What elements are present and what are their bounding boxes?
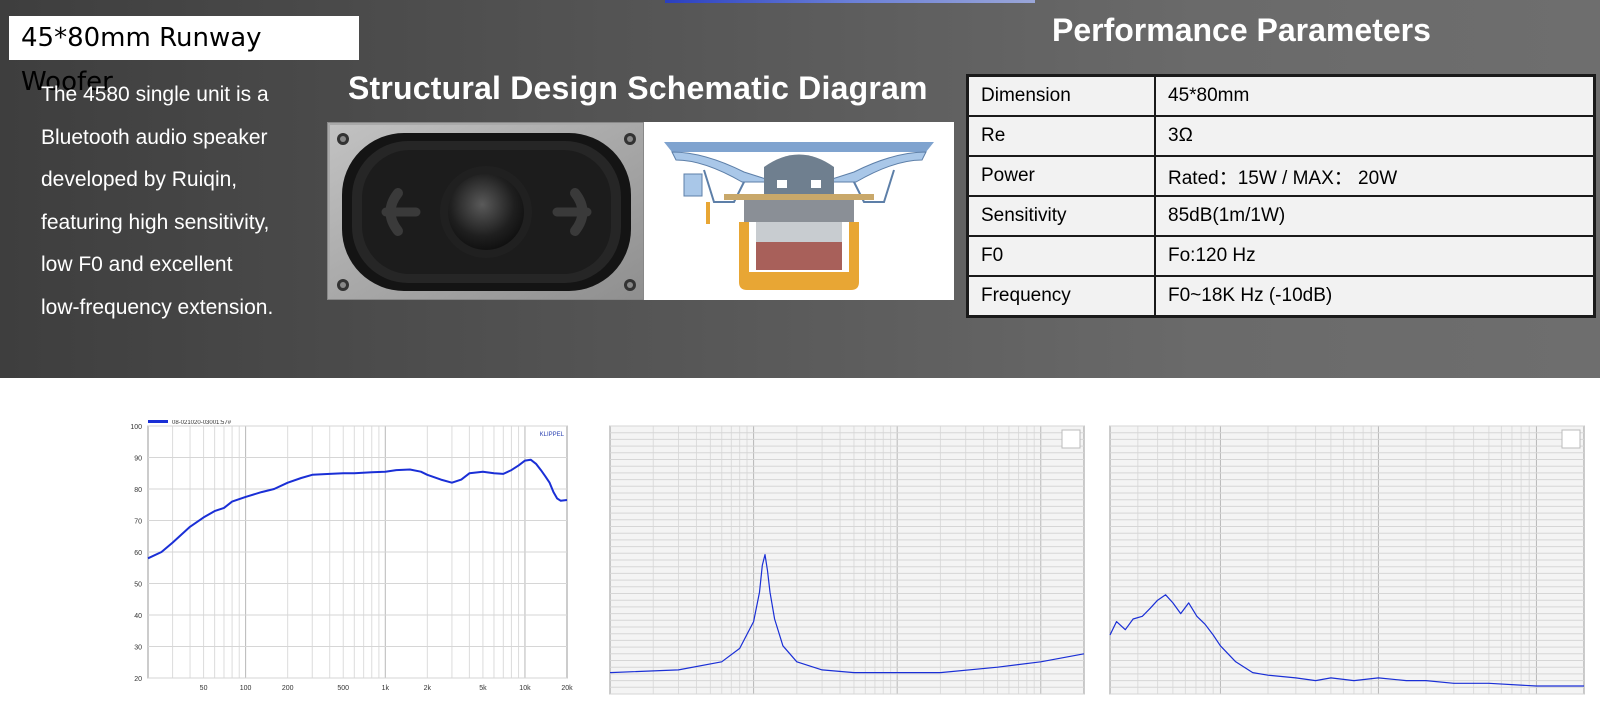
- logo-icon: [1561, 429, 1581, 449]
- param-key: Re: [966, 115, 1156, 157]
- product-intro: The 4580 single unit is a Bluetooth audi…: [41, 74, 331, 329]
- param-key: F0: [966, 235, 1156, 277]
- param-value: Rated：15W / MAX： 20W: [1154, 155, 1596, 197]
- product-title: 45*80mm Runway Woofer: [9, 16, 359, 97]
- param-key: Sensitivity: [966, 195, 1156, 237]
- table-row: Re 3Ω: [966, 115, 1596, 157]
- speaker-front-drawing: [330, 125, 643, 299]
- intro-line: developed by Ruiqin,: [41, 168, 238, 191]
- param-value: 3Ω: [1154, 115, 1596, 157]
- table-row: F0 Fo:120 Hz: [966, 235, 1596, 277]
- param-value: Fo:120 Hz: [1154, 235, 1596, 277]
- y-tick-label: 50: [134, 582, 142, 589]
- y-tick-label: 60: [134, 550, 142, 557]
- x-tick-label: 500: [337, 685, 349, 692]
- param-key: Frequency: [966, 275, 1156, 318]
- param-key: Dimension: [966, 74, 1156, 117]
- param-value: 85dB(1m/1W): [1154, 195, 1596, 237]
- y-tick-label: 20: [134, 676, 142, 683]
- x-tick-label: 5k: [479, 685, 487, 692]
- diagram-title: Structural Design Schematic Diagram: [348, 70, 928, 106]
- intro-line: Bluetooth audio speaker: [41, 125, 268, 149]
- impedance-svg: [609, 425, 1085, 695]
- distortion-svg: [1109, 425, 1585, 695]
- table-row: Dimension 45*80mm: [966, 74, 1596, 117]
- y-tick-label: 80: [134, 487, 142, 494]
- legend-label: 08-021020-03001:57#: [172, 420, 232, 426]
- intro-line: The 4580 single unit is a: [41, 83, 269, 106]
- distortion-chart: [1102, 424, 1590, 708]
- x-tick-label: 200: [282, 685, 294, 692]
- intro-line: featuring high sensitivity,: [41, 210, 270, 234]
- param-key: Power: [966, 155, 1156, 197]
- y-tick-label: 90: [134, 456, 142, 463]
- brand-label: KLIPPEL: [540, 432, 565, 438]
- x-tick-label: 1k: [382, 685, 390, 692]
- param-value: F0~18K Hz (-10dB): [1154, 275, 1596, 318]
- logo-icon: [1061, 429, 1081, 449]
- table-row: Power Rated：15W / MAX： 20W: [966, 155, 1596, 197]
- parameters-table: Dimension 45*80mm Re 3Ω Power Rated：15W …: [966, 74, 1596, 318]
- y-tick-label: 30: [134, 645, 142, 652]
- x-tick-label: 100: [240, 685, 252, 692]
- y-tick-label: 40: [134, 613, 142, 620]
- schematic-drawing: [664, 142, 934, 290]
- table-row: Frequency F0~18K Hz (-10dB): [966, 275, 1596, 318]
- y-tick-label: 100: [130, 424, 142, 431]
- speaker-photo: [327, 122, 644, 300]
- x-tick-label: 50: [200, 685, 208, 692]
- table-row: Sensitivity 85dB(1m/1W): [966, 195, 1596, 237]
- y-tick-label: 70: [134, 519, 142, 526]
- intro-line: low F0 and excellent: [41, 253, 233, 276]
- param-value: 45*80mm: [1154, 74, 1596, 117]
- impedance-chart: [602, 424, 1090, 708]
- cross-section-schematic: [644, 122, 954, 300]
- x-tick-label: 2k: [424, 685, 432, 692]
- x-tick-label: 10k: [519, 685, 531, 692]
- top-accent-strip: [665, 0, 1035, 3]
- frequency-response-svg: 100 90 80 70 60 50 40 30 20 50 100 200 500 1k 2k 5k 10k 2…: [130, 419, 573, 692]
- frequency-response-chart: 100 90 80 70 60 50 40 30 20 50 100 200 500 1k 2k 5k 10k 2…: [112, 419, 587, 708]
- x-tick-label: 20k: [561, 685, 573, 692]
- intro-line: low-frequency extension.: [41, 295, 274, 319]
- performance-title: Performance Parameters: [1052, 12, 1431, 48]
